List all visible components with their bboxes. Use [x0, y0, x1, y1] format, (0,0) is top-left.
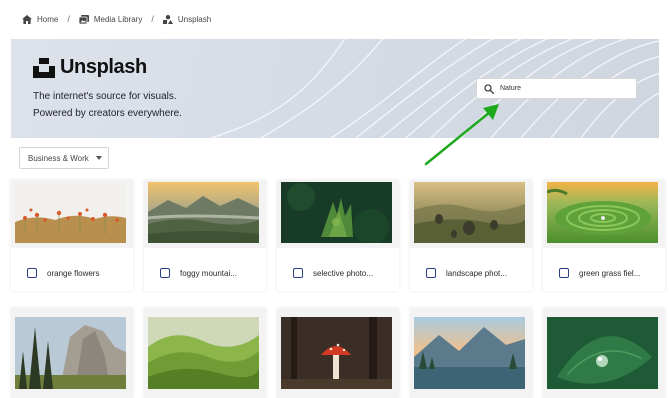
hero-tagline-line-1: The internet's source for visuals. [33, 91, 177, 102]
image-card-thumbnail-frame [543, 180, 665, 248]
image-card-caption: selective photo... [277, 255, 399, 291]
image-select-checkbox[interactable] [559, 268, 569, 278]
image-card[interactable]: landscape phot... [410, 180, 532, 291]
image-thumbnail [15, 317, 126, 389]
image-thumbnail [148, 317, 259, 389]
image-card[interactable] [277, 308, 399, 398]
selective-photo-thumbnail [281, 182, 392, 243]
landscape-photo-thumbnail [414, 182, 525, 243]
breadcrumb-home-label: Home [37, 14, 59, 24]
breadcrumb: Home / Media Library / Unsplash [22, 12, 211, 26]
image-thumbnail [547, 317, 658, 389]
image-card[interactable] [543, 308, 665, 398]
image-card-thumbnail-frame [277, 180, 399, 248]
image-select-checkbox[interactable] [426, 268, 436, 278]
image-card-thumbnail-frame [410, 180, 532, 248]
breadcrumb-media-library[interactable]: Media Library [78, 14, 143, 24]
breadcrumb-unsplash-label: Unsplash [177, 14, 212, 24]
image-card-caption: orange flowers [11, 255, 133, 291]
image-select-checkbox[interactable] [160, 268, 170, 278]
image-card-thumbnail-frame [144, 180, 266, 248]
hero-tagline-line-2: Powered by creators everywhere. [33, 108, 182, 119]
breadcrumb-separator: / [151, 14, 154, 24]
orange-flowers-thumbnail [15, 182, 126, 243]
image-card-label: orange flowers [47, 268, 100, 278]
image-card[interactable] [410, 308, 532, 398]
image-select-checkbox[interactable] [27, 268, 37, 278]
image-thumbnail [281, 317, 392, 389]
green-grass-field-thumbnail [547, 182, 658, 243]
image-card[interactable] [11, 308, 133, 398]
green-arrow-annotation [424, 104, 499, 166]
image-card[interactable]: orange flowers [11, 180, 133, 291]
unsplash-logo-icon [33, 57, 55, 78]
image-thumbnail [414, 317, 525, 389]
image-card-caption: landscape phot... [410, 255, 532, 291]
breadcrumb-unsplash[interactable]: Unsplash [162, 14, 212, 24]
home-icon [22, 14, 32, 24]
search-input[interactable] [500, 85, 620, 92]
image-card[interactable]: selective photo... [277, 180, 399, 291]
breadcrumb-media-library-label: Media Library [93, 14, 143, 24]
image-card-thumbnail-frame [410, 308, 532, 398]
image-card-caption: foggy mountai... [144, 255, 266, 291]
chevron-down-icon [95, 156, 102, 160]
search-icon [484, 83, 494, 94]
image-card-caption: green grass fiel... [543, 255, 665, 291]
image-card-thumbnail-frame [11, 308, 133, 398]
image-card[interactable]: foggy mountai... [144, 180, 266, 291]
media-library-icon [78, 14, 89, 24]
image-card-label: landscape phot... [446, 268, 507, 278]
image-card-label: selective photo... [313, 268, 374, 278]
breadcrumb-separator: / [67, 14, 70, 24]
shapes-icon [162, 14, 173, 24]
image-select-checkbox[interactable] [293, 268, 303, 278]
category-dropdown[interactable]: Business & Work [19, 147, 109, 169]
foggy-mountain-thumbnail [148, 182, 259, 243]
image-card-label: green grass fiel... [579, 268, 641, 278]
image-card-thumbnail-frame [543, 308, 665, 398]
unsplash-logo[interactable]: Unsplash [33, 56, 147, 79]
image-card-thumbnail-frame [11, 180, 133, 248]
image-card-thumbnail-frame [277, 308, 399, 398]
image-card[interactable]: green grass fiel... [543, 180, 665, 291]
image-card[interactable] [144, 308, 266, 398]
breadcrumb-home[interactable]: Home [22, 14, 59, 24]
image-card-thumbnail-frame [144, 308, 266, 398]
category-dropdown-value: Business & Work [28, 153, 89, 163]
image-card-label: foggy mountai... [180, 268, 237, 278]
unsplash-logo-text: Unsplash [60, 56, 147, 78]
